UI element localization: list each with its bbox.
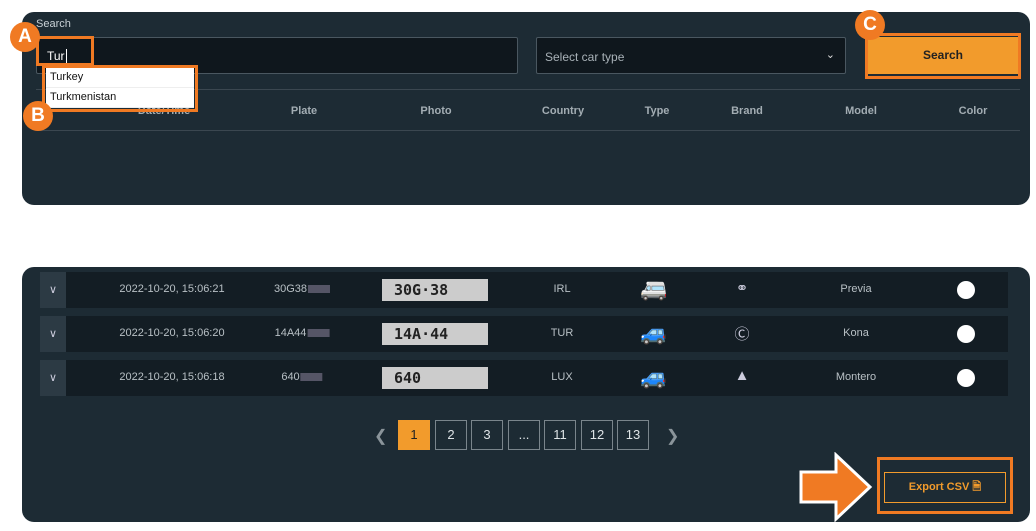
suggestion-turkmenistan[interactable]: Turkmenistan bbox=[46, 88, 194, 108]
hyundai-logo: Ⓒ bbox=[734, 326, 750, 343]
color-swatch bbox=[957, 281, 975, 299]
datetime-cell: 2022-10-20, 15:06:18 bbox=[119, 371, 225, 383]
annotation-c: C bbox=[855, 10, 885, 40]
next-page-icon[interactable]: ❯ bbox=[666, 426, 679, 446]
model-cell: Montero bbox=[835, 371, 877, 383]
plate-photo[interactable]: 30G·38 bbox=[382, 279, 488, 301]
highlight-export bbox=[877, 457, 1013, 514]
table-row: ∨ 2022-10-20, 15:06:21 30G38 30G·38 IRL … bbox=[40, 272, 1008, 308]
annotation-a: A bbox=[10, 22, 40, 52]
highlight-a bbox=[36, 36, 94, 66]
page-button[interactable]: 3 bbox=[471, 420, 503, 450]
country-cell: LUX bbox=[551, 371, 573, 383]
page-button[interactable]: 11 bbox=[544, 420, 576, 450]
plate-photo[interactable]: 14A·44 bbox=[382, 323, 488, 345]
results-panel: ∨ 2022-10-20, 15:06:21 30G38 30G·38 IRL … bbox=[22, 267, 1030, 522]
van-icon: 🚐 bbox=[640, 276, 668, 301]
col-photo: Photo bbox=[420, 105, 452, 117]
chevron-down-icon: ⌄ bbox=[825, 49, 835, 61]
prev-page-icon[interactable]: ❮ bbox=[374, 426, 387, 446]
table-row: ∨ 2022-10-20, 15:06:18 640 640 LUX 🚙 ▲ M… bbox=[40, 360, 1008, 396]
redacted-mark bbox=[307, 329, 330, 338]
country-cell: TUR bbox=[550, 327, 574, 339]
datetime-cell: 2022-10-20, 15:06:20 bbox=[119, 327, 225, 339]
col-color: Color bbox=[958, 105, 988, 117]
car-type-select[interactable]: Select car type ⌄ bbox=[536, 37, 846, 74]
expand-row-button[interactable]: ∨ bbox=[40, 316, 66, 352]
autocomplete-dropdown: Turkey Turkmenistan bbox=[46, 68, 194, 108]
page-button[interactable]: 1 bbox=[398, 420, 430, 450]
page-button[interactable]: 13 bbox=[617, 420, 649, 450]
country-cell: IRL bbox=[553, 283, 571, 295]
redacted-mark bbox=[308, 285, 331, 294]
datetime-cell: 2022-10-20, 15:06:21 bbox=[119, 283, 225, 295]
plate-cell: 640 bbox=[281, 371, 323, 383]
model-cell: Previa bbox=[840, 283, 872, 295]
toyota-logo: ⚭ bbox=[735, 280, 749, 297]
color-swatch bbox=[957, 325, 975, 343]
model-cell: Kona bbox=[843, 327, 869, 339]
mitsubishi-logo: ▲ bbox=[734, 367, 750, 384]
search-label: Search bbox=[36, 18, 71, 30]
color-swatch bbox=[957, 369, 975, 387]
col-model: Model bbox=[845, 105, 877, 117]
page-button[interactable]: 2 bbox=[435, 420, 467, 450]
suv-icon: 🚙 bbox=[640, 364, 668, 389]
plate-photo[interactable]: 640 bbox=[382, 367, 488, 389]
suggestion-turkey[interactable]: Turkey bbox=[46, 68, 194, 88]
col-plate: Plate bbox=[290, 105, 318, 117]
table-row: ∨ 2022-10-20, 15:06:20 14A44 14A·44 TUR … bbox=[40, 316, 1008, 352]
highlight-c bbox=[865, 33, 1021, 79]
expand-row-button[interactable]: ∨ bbox=[40, 360, 66, 396]
arrow-pointer-icon bbox=[799, 452, 873, 522]
col-brand: Brand bbox=[731, 105, 763, 117]
page-button[interactable]: 12 bbox=[581, 420, 613, 450]
page-button[interactable]: ... bbox=[508, 420, 540, 450]
plate-cell: 30G38 bbox=[274, 283, 331, 295]
col-country: Country bbox=[541, 105, 585, 117]
suv-icon: 🚙 bbox=[640, 320, 668, 345]
col-type: Type bbox=[644, 105, 670, 117]
redacted-mark bbox=[300, 373, 323, 382]
plate-cell: 14A44 bbox=[275, 327, 330, 339]
annotation-b: B bbox=[23, 101, 53, 131]
expand-row-button[interactable]: ∨ bbox=[40, 272, 66, 308]
